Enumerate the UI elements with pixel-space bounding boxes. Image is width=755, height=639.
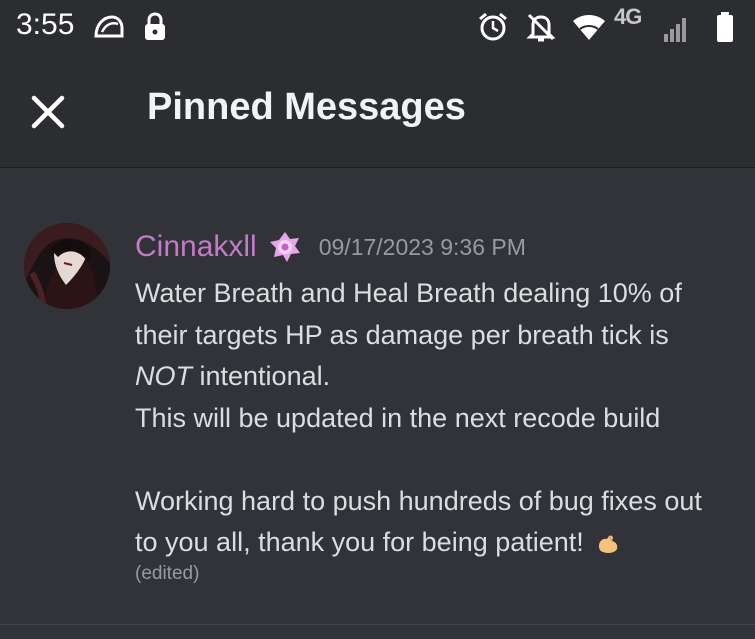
message-line: NOT intentional.	[135, 356, 745, 398]
role-badge-icon	[269, 232, 300, 262]
network-type-label: 4G	[614, 4, 642, 29]
message-line: Water Breath and Heal Breath dealing 10%…	[135, 278, 682, 308]
message-header: Cinnakxll 09/17/2023 9:36 PM	[135, 227, 526, 267]
message-timestamp: 09/17/2023 9:36 PM	[318, 233, 526, 260]
alarm-icon	[479, 12, 507, 41]
muscle-emoji-icon	[598, 535, 618, 553]
pinned-message[interactable]: Cinnakxll 09/17/2023 9:36 PM Water Breat…	[0, 205, 755, 625]
taco-bell-icon	[94, 15, 124, 38]
close-icon[interactable]	[24, 88, 72, 136]
avatar[interactable]	[24, 223, 110, 309]
edited-label: (edited)	[135, 563, 200, 584]
page-title: Pinned Messages	[147, 86, 466, 128]
status-time: 3:55	[16, 8, 75, 41]
message-line: their targets HP as damage per breath ti…	[135, 319, 669, 350]
notifications-off-icon	[526, 13, 556, 42]
cell-signal-icon	[664, 18, 686, 42]
emphasis-text: NOT	[135, 361, 192, 391]
message-line: to you all, thank you for being patient!	[135, 522, 745, 564]
message-line-text: to you all, thank you for being patient!	[135, 527, 584, 557]
header: Pinned Messages	[0, 56, 755, 168]
message-line: Working hard to push hundreds of bug fix…	[135, 485, 702, 516]
divider	[0, 624, 755, 625]
author-name[interactable]: Cinnakxll	[135, 230, 257, 264]
status-bar: 3:55 4G	[0, 0, 755, 56]
message-line: This will be updated in the next recode …	[135, 402, 661, 433]
lock-icon	[145, 12, 165, 40]
battery-icon	[717, 12, 733, 42]
message-content: Water Breath and Heal Breath dealing 10%…	[135, 273, 745, 564]
wifi-icon	[573, 15, 605, 40]
message-line-rest: intentional.	[192, 361, 331, 391]
